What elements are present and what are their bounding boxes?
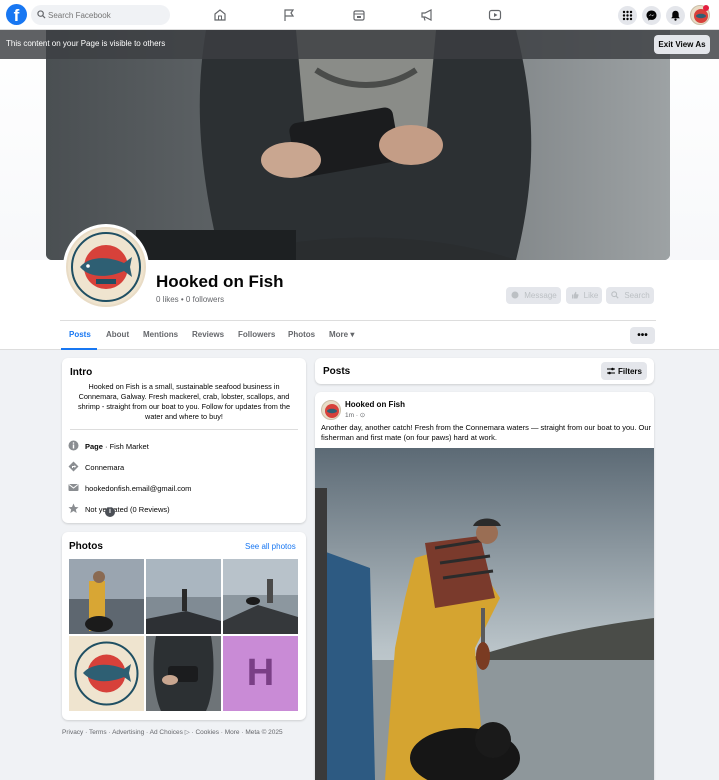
message-button[interactable]: Message bbox=[506, 287, 561, 304]
tab-followers[interactable]: Followers bbox=[238, 330, 275, 339]
intro-divider bbox=[70, 429, 298, 430]
cover-image bbox=[46, 30, 670, 260]
video-icon[interactable] bbox=[488, 8, 502, 22]
tab-more[interactable]: More ▾ bbox=[329, 330, 354, 339]
facebook-logo[interactable]: f bbox=[6, 4, 27, 25]
fish-logo-icon bbox=[69, 636, 144, 711]
fish-logo-icon bbox=[68, 229, 144, 305]
envelope-icon bbox=[68, 484, 79, 491]
exit-view-as-button[interactable]: Exit View As bbox=[654, 35, 710, 54]
page-search-button[interactable]: Search bbox=[606, 287, 654, 304]
posts-title: Posts bbox=[323, 366, 351, 377]
search-button-label: Search bbox=[624, 291, 650, 300]
menu-grid-icon bbox=[622, 10, 633, 21]
page-category: · Fish Market bbox=[102, 442, 149, 451]
search-icon bbox=[611, 291, 619, 299]
profile-picture[interactable] bbox=[63, 224, 149, 310]
thumbs-up-icon bbox=[572, 291, 579, 299]
notifications-button[interactable] bbox=[666, 6, 685, 25]
search-box[interactable] bbox=[31, 5, 170, 25]
photo-thumbnail[interactable] bbox=[146, 559, 221, 634]
footer-links[interactable]: Privacy · Terms · Advertising · Ad Choic… bbox=[62, 728, 283, 736]
top-navigation: f bbox=[0, 0, 719, 30]
tab-about[interactable]: About bbox=[106, 330, 129, 339]
info-icon bbox=[68, 440, 79, 451]
photos-card: Photos See all photos H bbox=[62, 532, 306, 720]
rating-info-badge[interactable]: i bbox=[105, 507, 115, 517]
tab-posts[interactable]: Posts bbox=[69, 330, 91, 339]
page-title: Hooked on Fish bbox=[156, 272, 284, 291]
posts-header-card: Posts Filters bbox=[315, 358, 654, 384]
cover-photo[interactable] bbox=[46, 30, 670, 260]
location-text[interactable]: Connemara bbox=[85, 463, 124, 472]
intro-card: Intro Hooked on Fish is a small, sustain… bbox=[62, 358, 306, 523]
messenger-icon bbox=[511, 291, 519, 299]
directions-icon bbox=[68, 461, 79, 472]
photo-thumbnail[interactable] bbox=[146, 636, 221, 711]
post-card: Hooked on Fish 1m · ⊙ Another day, anoth… bbox=[315, 392, 654, 780]
more-options-button[interactable]: ••• bbox=[630, 327, 655, 344]
sliders-icon bbox=[607, 367, 615, 375]
like-button-label: Like bbox=[583, 291, 599, 300]
header-divider bbox=[60, 320, 656, 321]
post-author-name[interactable]: Hooked on Fish bbox=[345, 400, 405, 409]
post-photo[interactable] bbox=[315, 448, 654, 780]
photo-thumbnail[interactable] bbox=[223, 559, 298, 634]
photo-thumbnail[interactable] bbox=[69, 559, 144, 634]
star-icon bbox=[68, 503, 79, 513]
view-as-text: This content on your Page is visible to … bbox=[6, 39, 166, 48]
notification-dot bbox=[703, 5, 709, 11]
home-icon[interactable] bbox=[213, 8, 227, 22]
view-as-banner: This content on your Page is visible to … bbox=[0, 30, 719, 59]
tab-mentions[interactable]: Mentions bbox=[143, 330, 178, 339]
tab-photos[interactable]: Photos bbox=[288, 330, 315, 339]
see-all-photos-link[interactable]: See all photos bbox=[245, 542, 296, 551]
megaphone-icon[interactable] bbox=[420, 8, 434, 22]
message-button-label: Message bbox=[524, 291, 557, 300]
letter-tile-text: H bbox=[246, 652, 275, 694]
menu-grid-button[interactable] bbox=[618, 6, 637, 25]
active-tab-indicator bbox=[61, 348, 97, 350]
post-timestamp[interactable]: 1m · ⊙ bbox=[345, 411, 365, 419]
search-input[interactable] bbox=[48, 5, 166, 25]
photos-title: Photos bbox=[69, 541, 103, 552]
post-image bbox=[315, 448, 654, 780]
tab-reviews[interactable]: Reviews bbox=[192, 330, 224, 339]
post-text: Another day, another catch! Fresh from t… bbox=[321, 423, 652, 442]
post-author-avatar[interactable] bbox=[321, 400, 341, 420]
marketplace-icon[interactable] bbox=[352, 8, 366, 22]
photo-thumbnail-letter[interactable]: H bbox=[223, 636, 298, 711]
intro-title: Intro bbox=[70, 367, 93, 378]
fish-logo-icon bbox=[325, 404, 339, 418]
page-label: Page bbox=[85, 442, 103, 451]
email-text[interactable]: hookedonfish.email@gmail.com bbox=[85, 484, 191, 493]
intro-description: Hooked on Fish is a small, sustainable s… bbox=[77, 382, 291, 421]
page-stats: 0 likes • 0 followers bbox=[156, 295, 225, 304]
flag-icon[interactable] bbox=[282, 8, 296, 22]
filters-button[interactable]: Filters bbox=[601, 362, 647, 380]
like-button[interactable]: Like bbox=[566, 287, 602, 304]
bell-icon bbox=[671, 10, 680, 21]
messenger-icon bbox=[646, 10, 657, 21]
rating-text: Not yet rated (0 Reviews) bbox=[85, 505, 170, 514]
photo-thumbnail-logo[interactable] bbox=[69, 636, 144, 711]
filters-label: Filters bbox=[617, 366, 642, 376]
search-icon bbox=[37, 10, 46, 19]
messenger-button[interactable] bbox=[642, 6, 661, 25]
